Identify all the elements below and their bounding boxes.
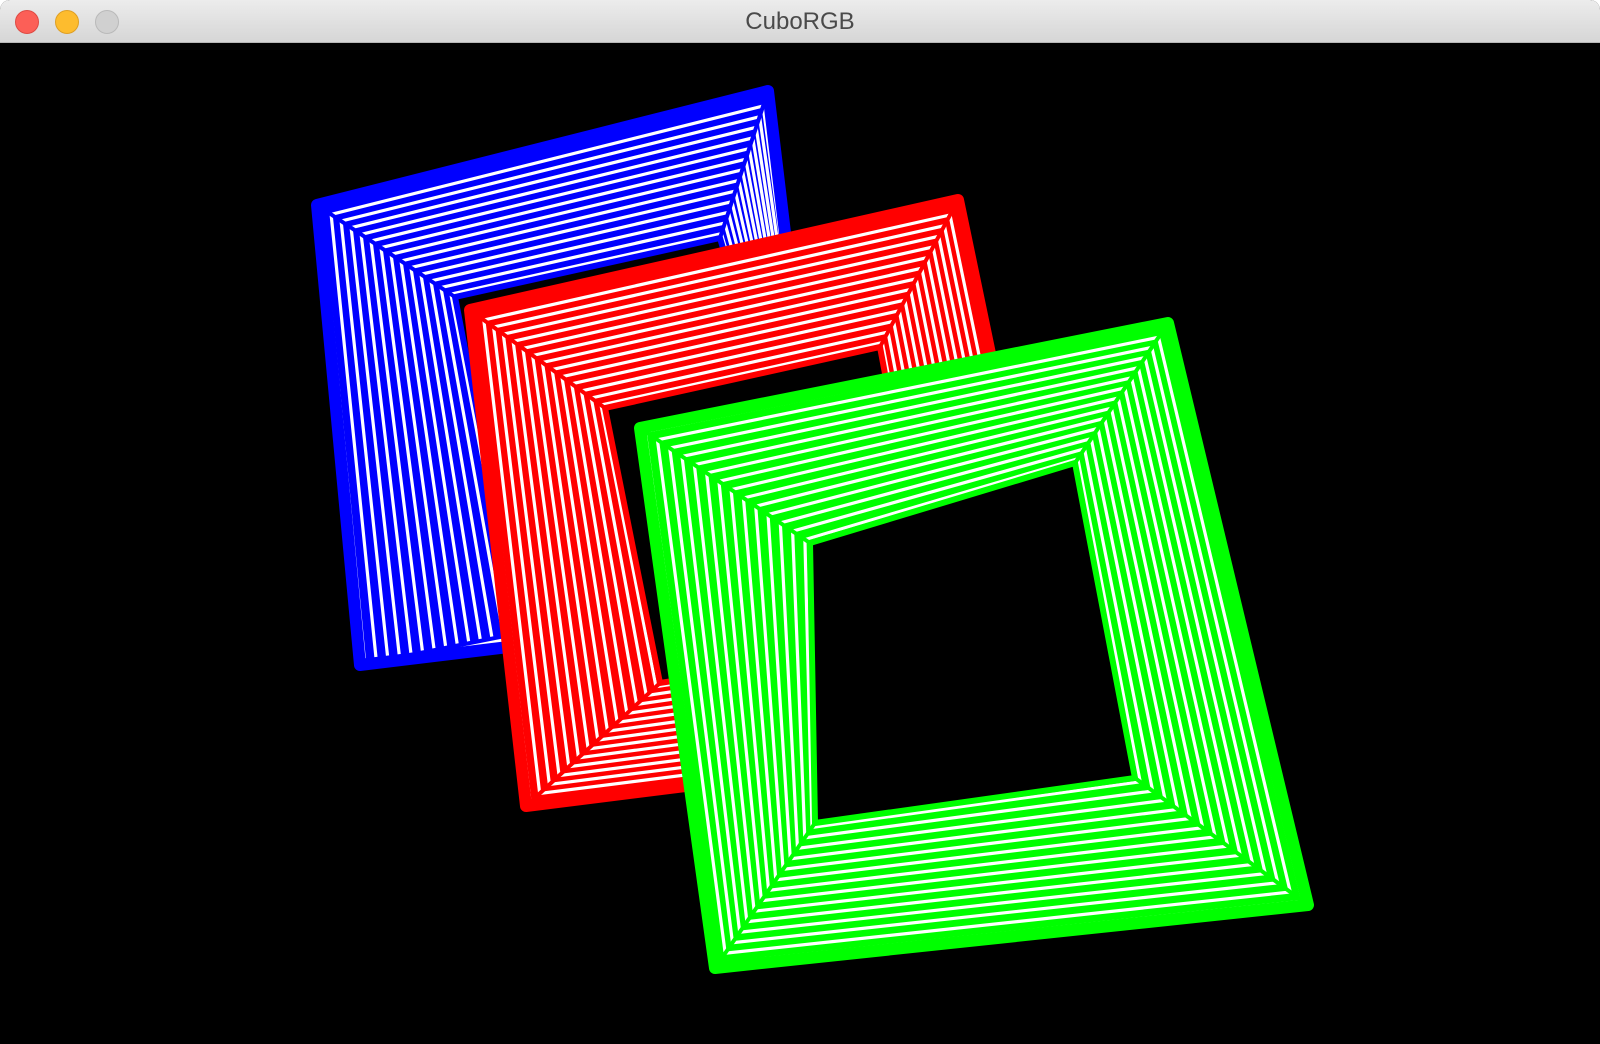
app-window: CuboRGB [0, 0, 1600, 1044]
cube-rendering [311, 85, 1314, 974]
green-face [634, 317, 1314, 974]
title-bar[interactable]: CuboRGB [0, 0, 1600, 43]
gl-canvas[interactable] [0, 43, 1600, 1044]
window-title: CuboRGB [745, 8, 855, 35]
